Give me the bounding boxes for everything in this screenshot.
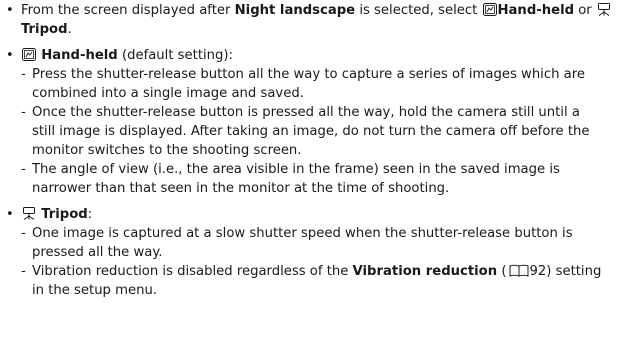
- sub-item-text: Press the shutter-release button all the…: [32, 67, 585, 101]
- tripod-mode-icon: [22, 207, 36, 220]
- dash-marker: -: [21, 105, 26, 120]
- text: .: [67, 22, 72, 37]
- sub-item-text: Once the shutter-release button is press…: [32, 105, 590, 158]
- sub-item: - The angle of view (i.e., the area visi…: [0, 160, 604, 198]
- dash-marker: -: [21, 67, 26, 82]
- term-night-landscape: Night landscape: [234, 3, 356, 18]
- bullet-item-tripod: • Tripod:: [0, 205, 618, 224]
- tripod-mode-icon: [597, 3, 611, 16]
- sub-item: - Vibration reduction is disabled regard…: [21, 264, 602, 298]
- bullet-marker: •: [6, 48, 14, 63]
- sub-item-text: One image is captured at a slow shutter …: [32, 226, 573, 260]
- text: is selected, select: [359, 3, 478, 18]
- text: or: [578, 3, 592, 18]
- bullet-marker: •: [6, 3, 14, 18]
- handheld-mode-icon: [22, 48, 36, 61]
- term-vibration-reduction: Vibration reduction: [352, 264, 498, 279]
- term-tripod: Tripod: [21, 22, 68, 37]
- sub-item: - One image is captured at a slow shutte…: [0, 224, 604, 262]
- page-reference: 92: [529, 264, 547, 279]
- text: From the screen displayed after: [21, 3, 231, 18]
- term-tripod: Tripod: [41, 207, 88, 222]
- bullet-item-selection: • From the screen displayed after Night …: [0, 1, 618, 39]
- text: :: [87, 207, 93, 222]
- dash-marker: -: [21, 226, 26, 241]
- text: (default setting):: [121, 48, 233, 63]
- bullet-marker: •: [6, 207, 14, 222]
- term-hand-held: Hand-held: [41, 48, 118, 63]
- sub-item: - Press the shutter-release button all t…: [0, 65, 604, 103]
- sub-item-text: Vibration reduction is disabled regardle…: [32, 264, 349, 279]
- sub-item-text: The angle of view (i.e., the area visibl…: [32, 162, 560, 196]
- manual-page: • From the screen displayed after Night …: [0, 1, 618, 300]
- sub-item: - Once the shutter-release button is pre…: [0, 103, 604, 160]
- bullet-item-hand-held: • Hand-held (default setting):: [0, 46, 618, 65]
- dash-marker: -: [21, 264, 26, 279]
- book-reference-icon: [509, 264, 529, 277]
- term-hand-held: Hand-held: [497, 3, 575, 18]
- dash-marker: -: [21, 162, 26, 177]
- handheld-mode-icon: [482, 3, 497, 16]
